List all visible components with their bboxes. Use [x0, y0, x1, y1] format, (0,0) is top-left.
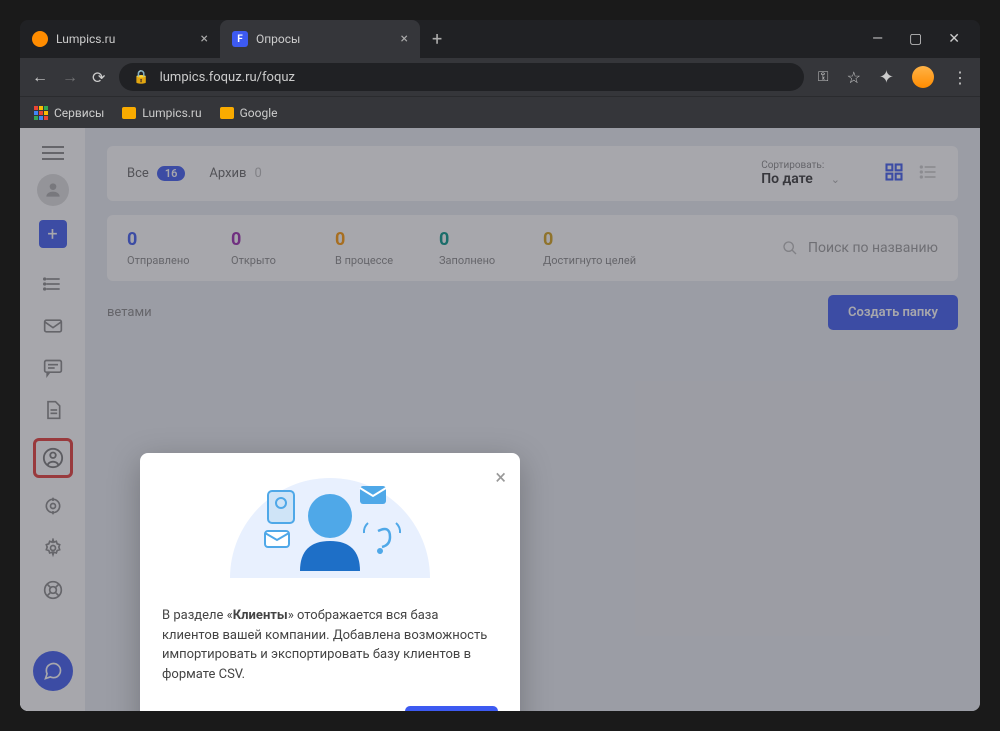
tab-title: Lumpics.ru — [56, 32, 115, 46]
lock-icon: 🔒 — [133, 70, 149, 85]
browser-tab-lumpics[interactable]: Lumpics.ru × — [20, 20, 220, 58]
address-bar: ← → ⟳ 🔒 lumpics.foquz.ru/foquz ⚿ ☆ ✦ ⋮ — [20, 58, 980, 96]
bookmark-lumpics[interactable]: Lumpics.ru — [122, 106, 201, 120]
bookmark-label: Lumpics.ru — [142, 106, 201, 120]
folder-icon — [122, 107, 136, 119]
menu-icon[interactable]: ⋮ — [952, 68, 968, 87]
modal-text: В разделе «Клиенты» отображается вся баз… — [162, 606, 498, 684]
close-tab-icon[interactable]: × — [201, 31, 208, 47]
apps-button[interactable]: Сервисы — [34, 106, 104, 120]
next-button[interactable]: Дальше — [405, 706, 498, 711]
bookmark-label: Сервисы — [54, 106, 104, 120]
back-icon[interactable]: ← — [32, 67, 48, 87]
reload-icon[interactable]: ⟳ — [92, 68, 105, 87]
bookmark-label: Google — [240, 106, 278, 120]
onboarding-modal: × В разделе — [140, 453, 520, 711]
profile-avatar[interactable] — [912, 66, 934, 88]
url-input[interactable]: 🔒 lumpics.foquz.ru/foquz — [119, 63, 804, 91]
url-text: lumpics.foquz.ru/foquz — [160, 70, 295, 85]
bookmarks-bar: Сервисы Lumpics.ru Google — [20, 96, 980, 128]
favicon-icon: F — [232, 31, 248, 47]
forward-icon[interactable]: → — [62, 67, 78, 87]
close-window-icon[interactable]: ✕ — [948, 31, 960, 47]
star-icon[interactable]: ☆ — [847, 68, 861, 87]
folder-icon — [220, 107, 234, 119]
browser-tab-foquz[interactable]: F Опросы × — [220, 20, 420, 58]
favicon-icon — [32, 31, 48, 47]
maximize-icon[interactable]: ▢ — [909, 31, 922, 47]
key-icon[interactable]: ⚿ — [818, 69, 829, 85]
close-tab-icon[interactable]: × — [401, 31, 408, 47]
new-tab-button[interactable]: + — [420, 20, 454, 58]
browser-tabbar: Lumpics.ru × F Опросы × + — ▢ ✕ — [20, 20, 980, 58]
extensions-icon[interactable]: ✦ — [879, 67, 894, 88]
minimize-icon[interactable]: — — [872, 31, 883, 47]
bookmark-google[interactable]: Google — [220, 106, 278, 120]
modal-illustration — [162, 453, 498, 588]
tab-title: Опросы — [256, 32, 300, 46]
